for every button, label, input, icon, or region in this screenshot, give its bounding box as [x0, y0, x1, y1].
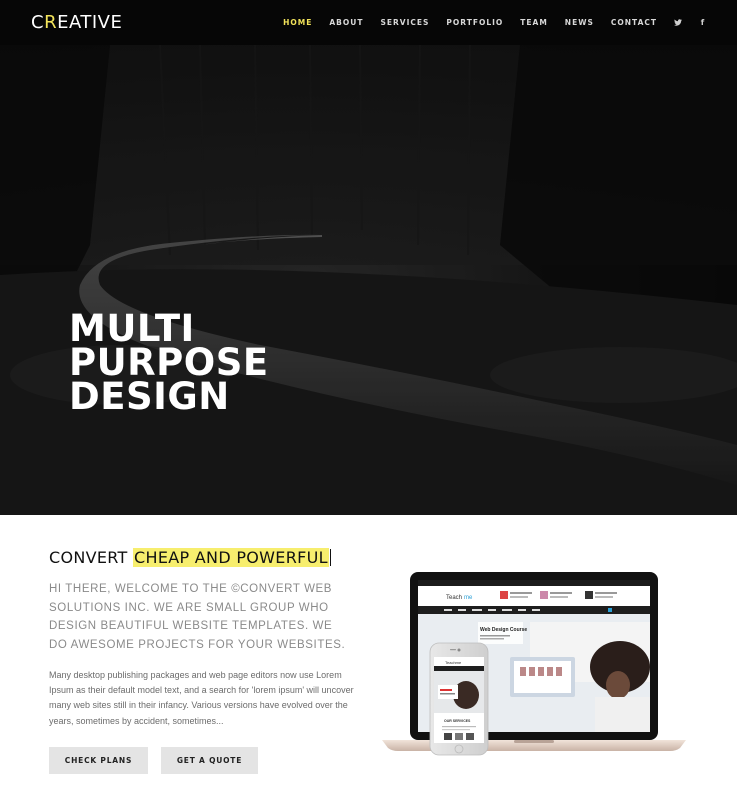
nav-item-portfolio[interactable]: PORTFOLIO [446, 18, 503, 27]
hero-background-image [0, 45, 737, 515]
top-navbar: CREATIVE HOME ABOUT SERVICES PORTFOLIO T… [0, 0, 737, 45]
about-section: CONVERT CHEAP AND POWERFUL HI THERE, WEL… [0, 515, 737, 800]
section-headline: CONVERT CHEAP AND POWERFUL [49, 548, 331, 568]
intro-text: HI THERE, WELCOME TO THE ©CONVERT WEB SO… [49, 583, 346, 651]
hero-title: MULTI PURPOSE DESIGN [69, 310, 269, 418]
mock-phone-services: OUR SERVICES [444, 719, 471, 723]
nav-item-news[interactable]: NEWS [565, 18, 594, 27]
svg-text:me: me [464, 595, 473, 601]
nav-item-about[interactable]: ABOUT [329, 18, 363, 27]
mock-course-title: Web Design Course [480, 627, 527, 633]
site-logo[interactable]: CREATIVE [31, 12, 122, 34]
nav-item-team[interactable]: TEAM [520, 18, 548, 27]
mock-site-logo: Teach [446, 595, 462, 601]
main-menu: HOME ABOUT SERVICES PORTFOLIO TEAM NEWS … [266, 0, 707, 45]
body-text: Many desktop publishing packages and web… [49, 670, 354, 726]
get-quote-button[interactable]: GET A QUOTE [161, 747, 258, 774]
headline-highlight: CHEAP AND POWERFUL [133, 548, 329, 567]
facebook-icon[interactable]: f [699, 18, 707, 28]
hero-title-line: DESIGN [69, 375, 230, 418]
nav-item-services[interactable]: SERVICES [380, 18, 429, 27]
twitter-icon[interactable] [674, 18, 682, 28]
device-mockup-image: Teach me Web Design Course Teachme OUR S… [382, 572, 686, 756]
nav-item-home[interactable]: HOME [283, 18, 312, 27]
check-plans-button[interactable]: CHECK PLANS [49, 747, 148, 774]
mock-phone-logo: Teachme [445, 660, 462, 665]
nav-item-contact[interactable]: CONTACT [611, 18, 657, 27]
hero-section: MULTI PURPOSE DESIGN [0, 45, 737, 515]
typing-caret [329, 549, 331, 566]
